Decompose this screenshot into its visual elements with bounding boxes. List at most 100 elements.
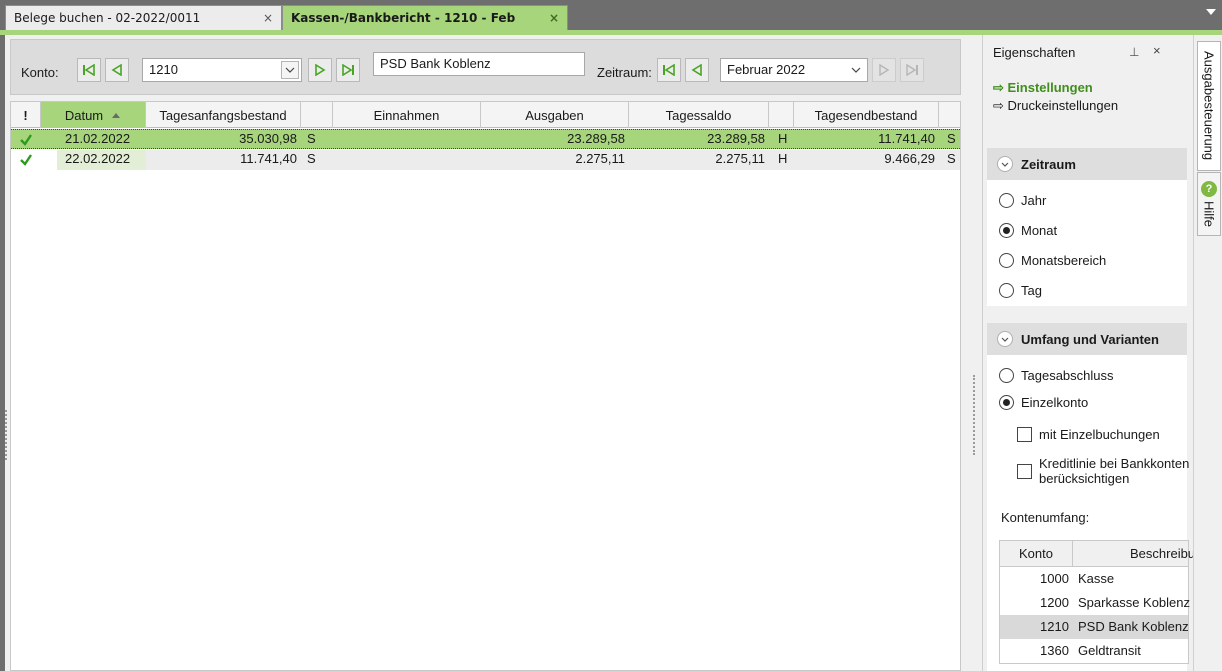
tab-belege-buchen[interactable]: Belege buchen - 02-2022/0011 × [5, 5, 282, 30]
previous-account-button[interactable] [105, 58, 129, 82]
side-tab-label: Hilfe [1201, 200, 1217, 227]
report-toolbar: Konto: 1210 PSD Bank Koblenz Zeitraum: F… [10, 39, 961, 95]
datum-cell: 22.02.2022 [57, 150, 146, 170]
list-item[interactable]: 1360 Geldtransit [1000, 639, 1188, 663]
last-account-button[interactable] [336, 58, 360, 82]
einstellungen-link[interactable]: ⇨ Einstellungen [993, 80, 1093, 96]
radio-tag[interactable]: Tag [999, 283, 1042, 298]
druckeinstellungen-link[interactable]: ⇨ Druckeinstellungen [993, 98, 1118, 114]
previous-icon [111, 64, 122, 76]
radio-label: Monat [1021, 223, 1058, 238]
konto-dropdown-button[interactable] [281, 61, 299, 79]
pane-splitter[interactable] [966, 35, 982, 671]
radio-einzelkonto[interactable]: Einzelkonto [999, 395, 1088, 410]
konto-label: Konto: [21, 65, 59, 80]
collapse-chevron-icon[interactable] [997, 331, 1013, 347]
account-name: Geldtransit [1078, 643, 1141, 658]
radio-tagesabschluss[interactable]: Tagesabschluss [999, 368, 1114, 383]
radio-circle [999, 223, 1014, 238]
list-item[interactable]: 1000 Kasse [1000, 567, 1188, 591]
radio-jahr[interactable]: Jahr [999, 193, 1046, 208]
column-header-sh-ende[interactable] [939, 102, 960, 128]
datum-cell: 21.02.2022 [65, 131, 131, 146]
section-title: Umfang und Varianten [1021, 331, 1159, 347]
properties-title: Eigenschaften [993, 45, 1076, 60]
checkbox-label: mit Einzelbuchungen [1039, 427, 1160, 442]
umfang-section-header[interactable]: Umfang und Varianten [987, 323, 1187, 355]
first-icon [83, 64, 95, 76]
checkbox-einzelbuchungen[interactable]: mit Einzelbuchungen [1017, 427, 1160, 442]
sh-cell: S [947, 131, 956, 146]
account-number: 1360 [1040, 643, 1069, 658]
close-icon[interactable]: × [1153, 43, 1161, 58]
zeitraum-combobox[interactable]: Februar 2022 [720, 58, 868, 82]
radio-circle [999, 395, 1014, 410]
first-account-button[interactable] [77, 58, 101, 82]
check-icon [20, 134, 32, 146]
zeitraum-section-header[interactable]: Zeitraum [987, 148, 1187, 180]
checkbox-kreditlinie[interactable]: Kreditlinie bei Bankkonten berücksichtig… [1017, 456, 1190, 486]
column-header-beschreibung[interactable]: Beschreibung [1130, 546, 1193, 561]
sh-cell: S [307, 131, 316, 146]
close-tab-icon[interactable]: × [263, 11, 273, 25]
chevron-down-icon [851, 67, 861, 73]
column-header-konto[interactable]: Konto [1000, 541, 1073, 566]
ausgaben-cell: 23.289,58 [567, 131, 625, 146]
zeitraum-dropdown-button[interactable] [847, 61, 865, 79]
column-header-tagesanfangsbestand[interactable]: Tagesanfangsbestand [146, 102, 301, 128]
column-header-tagesendbestand[interactable]: Tagesendbestand [794, 102, 939, 128]
column-header-datum[interactable]: Datum [41, 102, 146, 128]
side-tab-label: Ausgabesteuerung [1201, 51, 1217, 161]
table-row[interactable]: 22.02.2022 11.741,40 S 2.275,11 2.275,11… [11, 150, 960, 170]
radio-monat[interactable]: Monat [999, 223, 1057, 238]
last-period-button[interactable] [900, 58, 924, 82]
column-header-sh-saldo[interactable] [769, 102, 794, 128]
checkbox-label: Kreditlinie bei Bankkonten berücksichtig… [1039, 456, 1190, 486]
column-header-status[interactable]: ! [11, 102, 41, 128]
tab-hilfe[interactable]: ? Hilfe [1197, 172, 1221, 236]
collapse-chevron-icon[interactable] [997, 156, 1013, 172]
zeitraum-section: Zeitraum Jahr Monat Monatsbereich Tag [987, 148, 1187, 306]
einnahmen-cell [333, 130, 481, 150]
radio-circle [999, 283, 1014, 298]
column-header-tagessaldo[interactable]: Tagessaldo [629, 102, 769, 128]
zeitraum-value: Februar 2022 [727, 62, 806, 77]
next-account-button[interactable] [308, 58, 332, 82]
first-period-button[interactable] [657, 58, 681, 82]
last-icon [342, 64, 354, 76]
list-item[interactable]: 1200 Sparkasse Koblenz [1000, 591, 1190, 615]
table-row[interactable]: 21.02.2022 35.030,98 S 23.289,58 23.289,… [11, 129, 960, 149]
column-header-einnahmen[interactable]: Einnahmen [333, 102, 481, 128]
main-panel: Konto: 1210 PSD Bank Koblenz Zeitraum: F… [5, 35, 966, 671]
account-list: Konto Beschreibung 1000 Kasse 1200 Spark… [999, 540, 1193, 664]
column-label: Datum [64, 107, 104, 123]
account-list-header: Konto Beschreibung [1000, 541, 1193, 567]
daily-balance-grid: ! Datum Tagesanfangsbestand Einnahmen Au… [10, 101, 961, 671]
chevron-down-icon [1001, 162, 1009, 167]
previous-period-button[interactable] [685, 58, 709, 82]
next-period-button[interactable] [872, 58, 896, 82]
left-resize-grip[interactable] [5, 410, 7, 460]
pin-icon[interactable]: ⊥ [1129, 45, 1139, 59]
radio-label: Tag [1021, 283, 1042, 298]
tab-kassenbericht[interactable]: Kassen-/Bankbericht - 1210 - Feb × [282, 5, 568, 30]
radio-circle [999, 253, 1014, 268]
radio-label: Jahr [1021, 193, 1047, 208]
tab-list-dropdown-icon[interactable] [1206, 9, 1216, 15]
tab-ausgabesteuerung[interactable]: Ausgabesteuerung [1197, 41, 1221, 171]
radio-label: Tagesabschluss [1021, 368, 1114, 383]
einnahmen-cell [333, 150, 481, 170]
grid-header: ! Datum Tagesanfangsbestand Einnahmen Au… [11, 102, 960, 128]
splitter-grip[interactable] [973, 375, 975, 455]
radio-circle [999, 193, 1014, 208]
column-header-sh-anfang[interactable] [301, 102, 333, 128]
tab-label: Belege buchen - 02-2022/0011 [14, 11, 201, 25]
list-item[interactable]: 1210 PSD Bank Koblenz [1000, 615, 1189, 639]
ausgaben-cell: 2.275,11 [481, 150, 629, 170]
close-tab-icon[interactable]: × [549, 11, 559, 25]
column-header-ausgaben[interactable]: Ausgaben [481, 102, 629, 128]
konto-combobox[interactable]: 1210 [142, 58, 302, 82]
radio-label: Einzelkonto [1021, 395, 1089, 410]
radio-monatsbereich[interactable]: Monatsbereich [999, 253, 1106, 268]
next-icon [315, 64, 326, 76]
